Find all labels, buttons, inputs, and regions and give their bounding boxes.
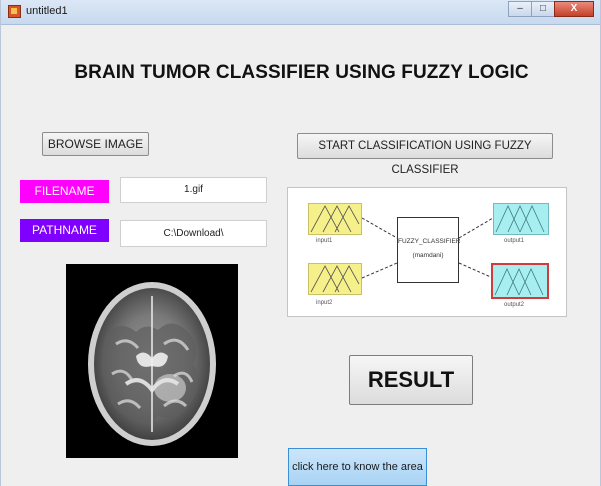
know-area-button[interactable]: click here to know the area (288, 448, 427, 486)
triangle-mf-icon (495, 205, 545, 233)
result-button[interactable]: RESULT (349, 355, 473, 405)
pathname-field[interactable]: C:\Download\ (120, 220, 267, 247)
app-icon (8, 5, 21, 18)
input1-mf-block[interactable] (308, 203, 362, 235)
fis-method: (mamdani) (412, 252, 444, 259)
close-button[interactable]: X (554, 1, 594, 17)
browse-image-button[interactable]: BROWSE IMAGE (42, 132, 149, 156)
filename-label: FILENAME (20, 180, 109, 203)
maximize-button[interactable]: □ (531, 1, 555, 17)
window-controls: – □ X (508, 1, 594, 17)
output2-mf-block[interactable] (491, 263, 549, 299)
output2-caption: output2 (504, 302, 525, 308)
filename-field[interactable]: 1.gif (120, 177, 267, 203)
output1-mf-block[interactable] (493, 203, 549, 235)
input2-caption: input2 (316, 300, 333, 306)
fis-system-name: FUZZY_CLASSIFIER (398, 238, 461, 245)
minimize-button[interactable]: – (508, 1, 532, 17)
pathname-label: PATHNAME (20, 219, 109, 242)
mri-image-axes (66, 264, 238, 458)
input1-caption: input1 (316, 238, 333, 244)
fis-diagram: input1 input2 FUZZY_CLASSIFIER (mamdani)… (287, 187, 567, 317)
input2-mf-block[interactable] (308, 263, 362, 295)
fis-system-block[interactable]: FUZZY_CLASSIFIER (mamdani) (397, 217, 461, 283)
triangle-mf-icon (310, 265, 360, 293)
figure-window: untitled1 – □ X BRAIN TUMOR CLASSIFIER U… (0, 0, 601, 486)
start-classification-button[interactable]: START CLASSIFICATION USING FUZZY CLASSIF… (297, 133, 553, 176)
triangle-mf-icon (310, 205, 360, 233)
triangle-mf-icon (494, 268, 544, 296)
page-title: BRAIN TUMOR CLASSIFIER USING FUZZY LOGIC (74, 62, 529, 83)
title-bar: untitled1 – □ X (1, 0, 600, 25)
output1-caption: output1 (504, 238, 525, 244)
brain-mri-image (88, 282, 216, 446)
window-title: untitled1 (26, 5, 68, 17)
